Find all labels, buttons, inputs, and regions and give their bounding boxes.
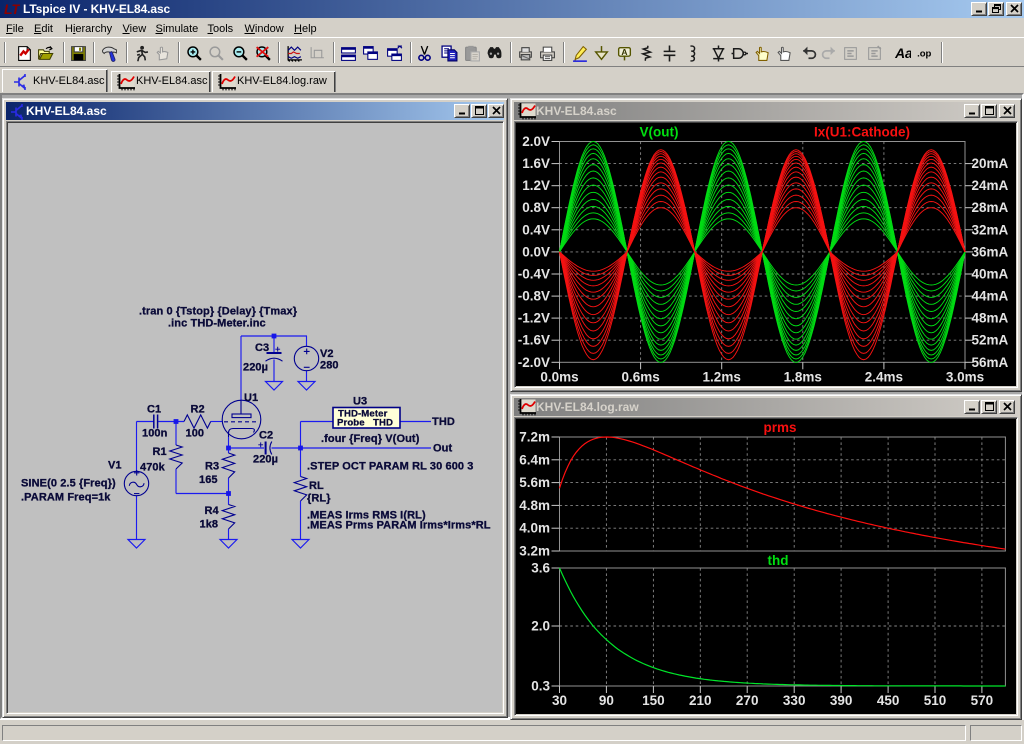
svg-text:0.4V: 0.4V [522,222,550,237]
svg-text:LT: LT [4,1,20,17]
svg-text:thd: thd [768,553,789,568]
svg-text:150: 150 [642,693,665,708]
svg-text:4.0m: 4.0m [519,521,550,536]
svg-text:40mA: 40mA [972,267,1009,282]
svg-text:100n: 100n [142,428,168,440]
svg-text:1.2V: 1.2V [522,178,550,193]
svg-text:220µ: 220µ [243,362,268,374]
svg-text:.tran 0 {Tstop} {Delay} {Tmax}: .tran 0 {Tstop} {Delay} {Tmax} [139,306,298,318]
svg-text:.four {Freq} V(Out): .four {Freq} V(Out) [321,433,420,445]
svg-text:.op: .op [917,48,931,59]
svg-text:0.8V: 0.8V [522,200,550,215]
svg-text:0.0ms: 0.0ms [540,370,578,385]
svg-text:prms: prms [763,420,796,435]
svg-text:7.2m: 7.2m [519,430,550,445]
svg-text:V2: V2 [320,348,334,360]
svg-text:3.2m: 3.2m [519,544,550,559]
svg-text:30: 30 [552,693,567,708]
svg-text:220µ: 220µ [253,454,278,466]
svg-text:165: 165 [199,474,218,486]
svg-text:1.8ms: 1.8ms [784,370,822,385]
svg-text:C3: C3 [255,342,269,354]
svg-text:SINE(0 2.5 {Freq}): SINE(0 2.5 {Freq}) [21,478,116,490]
svg-text:{RL}: {RL} [307,493,331,505]
svg-text:48mA: 48mA [972,311,1009,326]
svg-text:0.6ms: 0.6ms [621,370,659,385]
svg-text:2.0: 2.0 [531,619,550,634]
svg-text:390: 390 [830,693,853,708]
svg-text:52mA: 52mA [972,333,1009,348]
svg-text:20mA: 20mA [972,156,1009,171]
svg-text:210: 210 [689,693,712,708]
svg-text:U3: U3 [353,396,367,408]
svg-text:.PARAM Freq=1k: .PARAM Freq=1k [21,492,111,504]
svg-text:.STEP OCT PARAM RL 30 600 3: .STEP OCT PARAM RL 30 600 3 [307,461,474,473]
svg-text:THD: THD [432,416,455,428]
svg-text:2.4ms: 2.4ms [865,370,903,385]
svg-text:3.6: 3.6 [531,561,550,576]
svg-text:A: A [621,47,627,57]
svg-text:44mA: 44mA [972,289,1009,304]
svg-text:U1: U1 [244,392,258,404]
svg-text:Probe THD: Probe THD [337,418,393,429]
svg-text:450: 450 [877,693,900,708]
svg-text:270: 270 [736,693,759,708]
svg-text:-1.6V: -1.6V [518,333,550,348]
svg-text:100: 100 [186,428,205,440]
svg-text:C1: C1 [147,404,161,416]
svg-text:90: 90 [599,693,614,708]
svg-text:510: 510 [924,693,947,708]
svg-text:5.6m: 5.6m [519,475,550,490]
svg-text:-1.2V: -1.2V [518,311,550,326]
svg-text:1k8: 1k8 [200,519,219,531]
svg-text:470k: 470k [140,462,166,474]
svg-text:28mA: 28mA [972,200,1009,215]
svg-text:1.6V: 1.6V [522,156,550,171]
svg-text:R2: R2 [191,404,205,416]
svg-text:570: 570 [971,693,994,708]
svg-text:V(out): V(out) [640,125,679,140]
svg-text:3.0ms: 3.0ms [946,370,984,385]
svg-text:R3: R3 [205,461,219,473]
svg-text:R4: R4 [205,505,220,517]
svg-text:280: 280 [320,360,339,372]
svg-text:6.4m: 6.4m [519,452,550,467]
svg-text:-0.4V: -0.4V [518,267,550,282]
svg-text:1.2ms: 1.2ms [703,370,741,385]
svg-text:36mA: 36mA [972,244,1009,259]
svg-text:-2.0V: -2.0V [518,355,550,370]
svg-text:330: 330 [783,693,806,708]
svg-text:0.3: 0.3 [531,679,550,694]
svg-text:32mA: 32mA [972,222,1009,237]
svg-text:Ix(U1:Cathode): Ix(U1:Cathode) [814,125,910,140]
svg-text:-0.8V: -0.8V [518,289,550,304]
svg-text:4.8m: 4.8m [519,498,550,513]
svg-text:RL: RL [309,480,324,492]
svg-text:C2: C2 [259,430,273,442]
svg-text:Out: Out [433,443,452,455]
svg-text:Aa: Aa [894,45,911,61]
svg-text:0.0V: 0.0V [522,244,550,259]
svg-text:R1: R1 [153,446,167,458]
svg-text:.inc THD-Meter.inc: .inc THD-Meter.inc [168,318,266,330]
svg-text:.MEAS Prms PARAM Irms*Irms*RL: .MEAS Prms PARAM Irms*Irms*RL [307,520,491,532]
svg-text:V1: V1 [108,460,122,472]
svg-text:24mA: 24mA [972,178,1009,193]
svg-text:56mA: 56mA [972,355,1009,370]
svg-text:2.0V: 2.0V [522,134,550,149]
